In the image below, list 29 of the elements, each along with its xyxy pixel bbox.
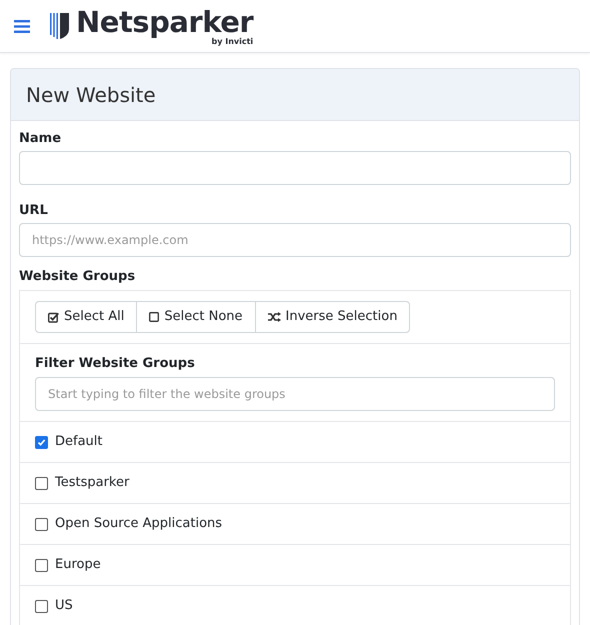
check-icon xyxy=(37,438,46,446)
field-label: URL xyxy=(19,202,49,220)
checkbox-label: Default xyxy=(55,433,102,452)
selection-button[interactable]: Inverse Selection xyxy=(254,301,410,333)
checkbox[interactable] xyxy=(35,476,48,490)
checkbox[interactable] xyxy=(35,436,48,448)
checkbox-label: Testsparker xyxy=(55,474,130,492)
field-label: Name xyxy=(19,130,62,148)
checkbox[interactable] xyxy=(35,518,48,530)
input-field[interactable] xyxy=(19,151,571,185)
square-icon xyxy=(149,312,160,322)
checkbox-label: Open Source Applications xyxy=(55,515,222,534)
checkbox-icon xyxy=(48,312,59,322)
filter-field[interactable]: Start typing to filter the website groups xyxy=(35,377,555,411)
checkbox-label: US xyxy=(55,597,73,616)
checkbox[interactable] xyxy=(35,600,48,612)
logo-name: Netsparker xyxy=(76,6,254,36)
selection-button[interactable]: Select All xyxy=(35,301,138,333)
field-label: Website Groups xyxy=(19,268,136,286)
checkbox[interactable] xyxy=(35,558,48,572)
logo-icon xyxy=(50,13,70,39)
selection-button[interactable]: Select None xyxy=(136,301,256,333)
input-field[interactable]: https://www.example.com xyxy=(19,223,571,257)
field-label: Filter Website Groups xyxy=(35,355,196,373)
menu-icon[interactable] xyxy=(14,20,30,32)
checkbox-label: Europe xyxy=(55,556,101,574)
shuffle-icon xyxy=(268,312,281,322)
card-title: New Website xyxy=(26,82,156,108)
logo-tagline: by Invicti xyxy=(212,36,254,46)
